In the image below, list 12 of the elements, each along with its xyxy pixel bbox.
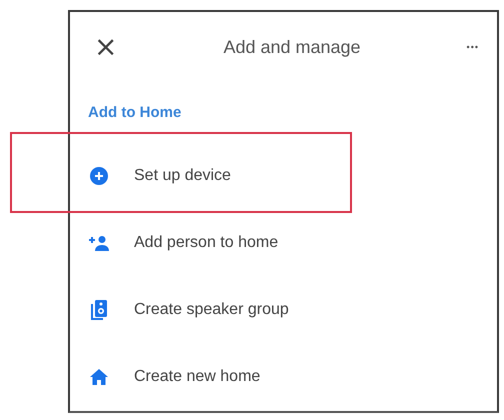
menu-item[interactable]: Add person to home bbox=[70, 209, 497, 276]
more-button[interactable]: ••• bbox=[462, 38, 483, 56]
speaker-icon bbox=[88, 300, 110, 320]
section-title: Add to Home bbox=[87, 103, 182, 123]
menu-item[interactable]: Create speaker group bbox=[70, 276, 497, 343]
add-person-icon bbox=[88, 234, 110, 250]
menu-item[interactable]: Create new home bbox=[70, 343, 497, 410]
dialog-title: Add and manage bbox=[222, 36, 362, 58]
close-button[interactable]: × bbox=[90, 33, 122, 61]
home-icon bbox=[88, 368, 110, 384]
menu-item[interactable]: Set up device bbox=[70, 142, 497, 209]
plus-circle-icon bbox=[88, 166, 110, 184]
